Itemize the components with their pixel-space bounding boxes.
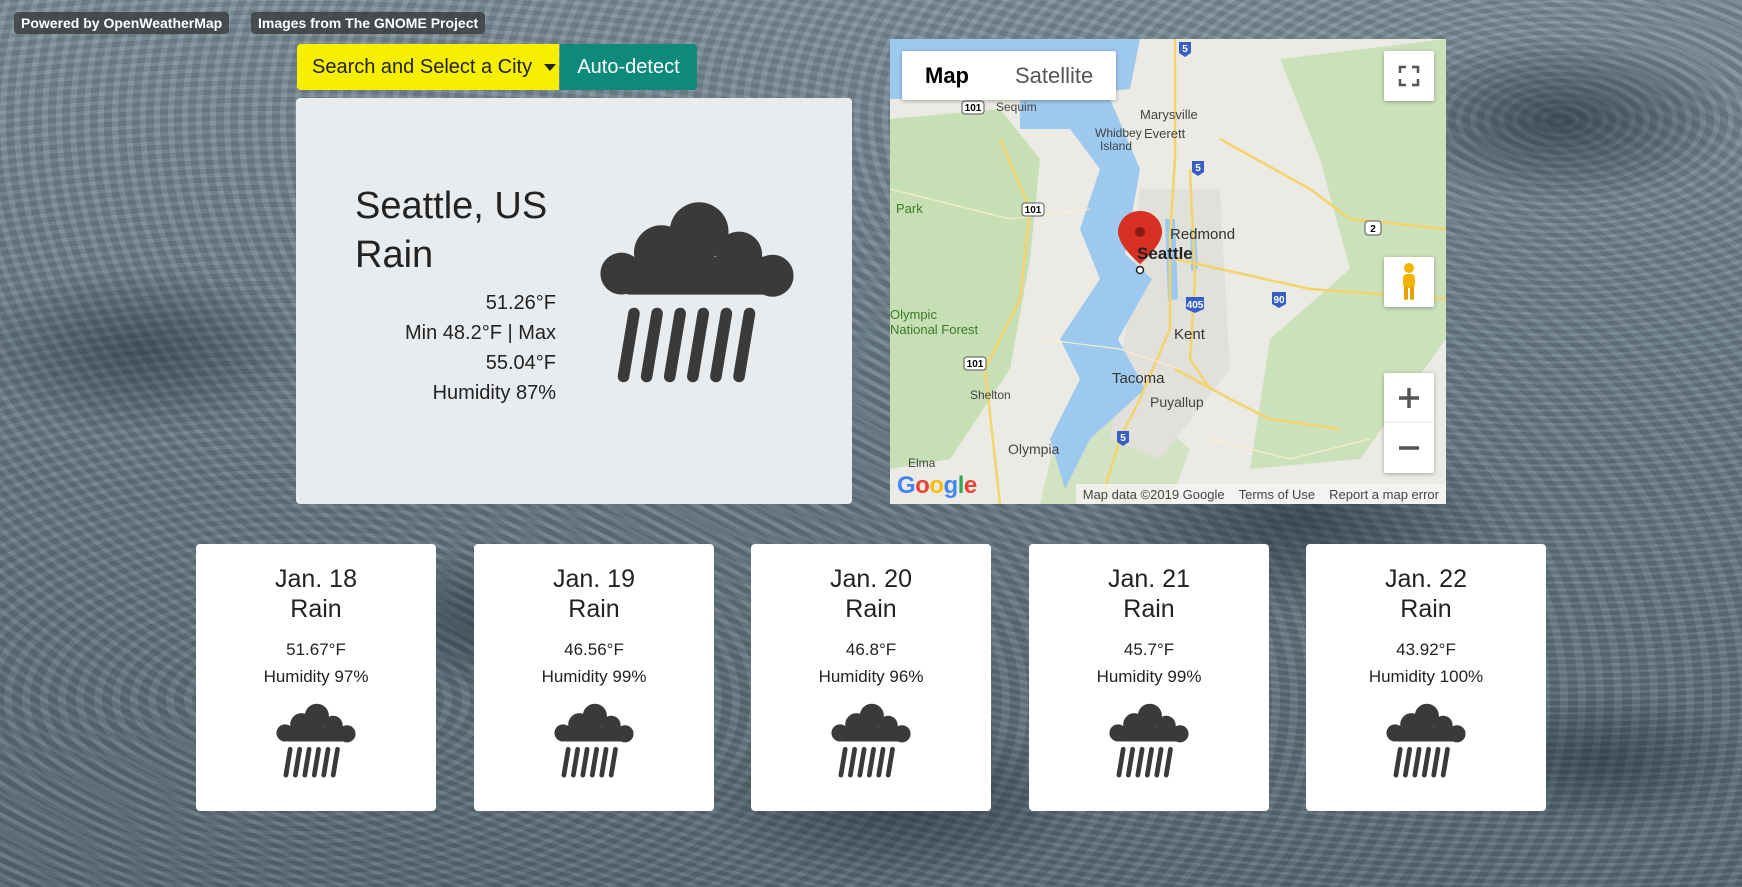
current-condition: Rain xyxy=(355,234,434,276)
pegman-icon xyxy=(1403,263,1415,300)
forecast-temp: 46.8°F xyxy=(845,640,897,659)
forecast-humidity: Humidity 96% xyxy=(818,667,924,686)
current-weather-card: Seattle, US Rain 51.26°F Min 48.2°F | Ma… xyxy=(296,98,852,504)
rain-cloud-icon xyxy=(273,702,359,788)
route-label: 405 xyxy=(1187,300,1204,311)
minus-icon xyxy=(1399,446,1419,450)
terms-link[interactable]: Terms of Use xyxy=(1232,487,1323,502)
forecast-date: Jan. 18 xyxy=(274,565,357,593)
current-humidity: Humidity 87% xyxy=(432,382,556,404)
route-label: 101 xyxy=(967,359,984,370)
rain-cloud-icon xyxy=(828,702,914,788)
forecast-humidity: Humidity 97% xyxy=(263,667,369,686)
forecast-humidity: Humidity 99% xyxy=(1096,667,1202,686)
fullscreen-icon xyxy=(1398,65,1420,87)
route-label: 5 xyxy=(1195,163,1201,174)
forecast-card: Jan. 18 Rain 51.67°F Humidity 97% xyxy=(196,544,436,811)
route-label: 5 xyxy=(1182,44,1188,55)
forecast-date: Jan. 20 xyxy=(829,565,912,593)
current-minmax: Min 48.2°F | Max xyxy=(404,322,556,344)
forecast-card: Jan. 20 Rain 46.8°F Humidity 96% xyxy=(751,544,991,811)
map-type-toggle[interactable]: Map Satellite xyxy=(902,51,1117,100)
map-place-label: Tacoma xyxy=(1112,370,1165,387)
google-logo[interactable]: Google xyxy=(897,472,977,500)
map-place-label: Whidbey xyxy=(1095,126,1142,140)
openweathermap-credit[interactable]: Powered by OpenWeatherMap xyxy=(14,12,230,34)
map-place-label: National Forest xyxy=(890,322,979,337)
map-canvas[interactable]: 101 101 101 5 5 5 405 90 2 Marysville Ev… xyxy=(890,39,1446,504)
current-max: 55.04°F xyxy=(485,352,556,374)
rain-cloud-icon xyxy=(1106,702,1192,788)
map-attribution: Map data ©2019 Google Terms of Use Repor… xyxy=(1075,484,1446,504)
fullscreen-button[interactable] xyxy=(1384,51,1434,101)
gnome-images-credit[interactable]: Images from The GNOME Project xyxy=(251,12,486,34)
map-place-label: Sequim xyxy=(996,100,1037,114)
city-search-dropdown[interactable]: Search and Select a City xyxy=(297,44,559,90)
map-place-label: Shelton xyxy=(970,388,1011,402)
autodetect-button[interactable]: Auto-detect xyxy=(560,44,697,90)
forecast-temp: 43.92°F xyxy=(1396,640,1456,659)
forecast-humidity: Humidity 99% xyxy=(541,667,647,686)
forecast-date: Jan. 19 xyxy=(552,565,635,593)
current-temp: 51.26°F xyxy=(485,292,556,314)
map-place-label: Kent xyxy=(1174,326,1206,343)
route-label: 2 xyxy=(1370,224,1376,235)
forecast-card: Jan. 21 Rain 45.7°F Humidity 99% xyxy=(1029,544,1269,811)
forecast-date: Jan. 22 xyxy=(1384,565,1467,593)
city-name: Seattle, US xyxy=(355,185,548,227)
city-map[interactable]: 101 101 101 5 5 5 405 90 2 Marysville Ev… xyxy=(890,39,1446,504)
map-place-label: Elma xyxy=(908,456,936,470)
map-place-label: Everett xyxy=(1144,126,1186,141)
forecast-condition: Rain xyxy=(1123,595,1175,623)
map-place-label: Marysville xyxy=(1140,107,1198,122)
current-stats: 51.26°F Min 48.2°F | Max 55.04°F Humidit… xyxy=(356,288,556,408)
map-place-label: Redmond xyxy=(1170,226,1235,243)
rain-cloud-icon xyxy=(551,702,637,788)
forecast-condition: Rain xyxy=(1400,595,1452,623)
map-place-label: Seattle xyxy=(1137,244,1193,263)
map-tab-satellite[interactable]: Satellite xyxy=(992,51,1116,100)
map-place-label: Puyallup xyxy=(1150,394,1204,410)
map-place-label: Park xyxy=(896,201,923,216)
rain-cloud-icon xyxy=(1383,702,1469,788)
forecast-humidity: Humidity 100% xyxy=(1368,667,1484,686)
map-place-label: Island xyxy=(1100,139,1132,153)
forecast-temp: 51.67°F xyxy=(286,640,346,659)
plus-icon xyxy=(1399,388,1419,408)
report-error-link[interactable]: Report a map error xyxy=(1322,487,1446,502)
rain-cloud-icon xyxy=(600,202,794,383)
forecast-condition: Rain xyxy=(568,595,620,623)
zoom-out-button[interactable] xyxy=(1384,423,1434,473)
map-data-text: Map data ©2019 Google xyxy=(1082,486,1225,502)
street-view-pegman[interactable] xyxy=(1384,257,1434,307)
route-label: 101 xyxy=(965,103,982,114)
route-label: 5 xyxy=(1120,433,1126,444)
city-search-label: Search and Select a City xyxy=(312,55,533,78)
forecast-temp: 45.7°F xyxy=(1123,640,1175,659)
map-place-label: Olympia xyxy=(1008,441,1060,457)
map-tab-map[interactable]: Map xyxy=(902,51,992,100)
forecast-temp: 46.56°F xyxy=(564,640,624,659)
forecast-condition: Rain xyxy=(845,595,897,623)
map-place-label: Olympic xyxy=(890,307,937,322)
forecast-condition: Rain xyxy=(290,595,342,623)
forecast-date: Jan. 21 xyxy=(1107,565,1190,593)
zoom-in-button[interactable] xyxy=(1384,373,1434,423)
caret-down-icon xyxy=(544,63,557,71)
forecast-card: Jan. 19 Rain 46.56°F Humidity 99% xyxy=(474,544,714,811)
route-label: 101 xyxy=(1025,205,1042,216)
forecast-card: Jan. 22 Rain 43.92°F Humidity 100% xyxy=(1306,544,1546,811)
route-label: 90 xyxy=(1273,295,1285,306)
